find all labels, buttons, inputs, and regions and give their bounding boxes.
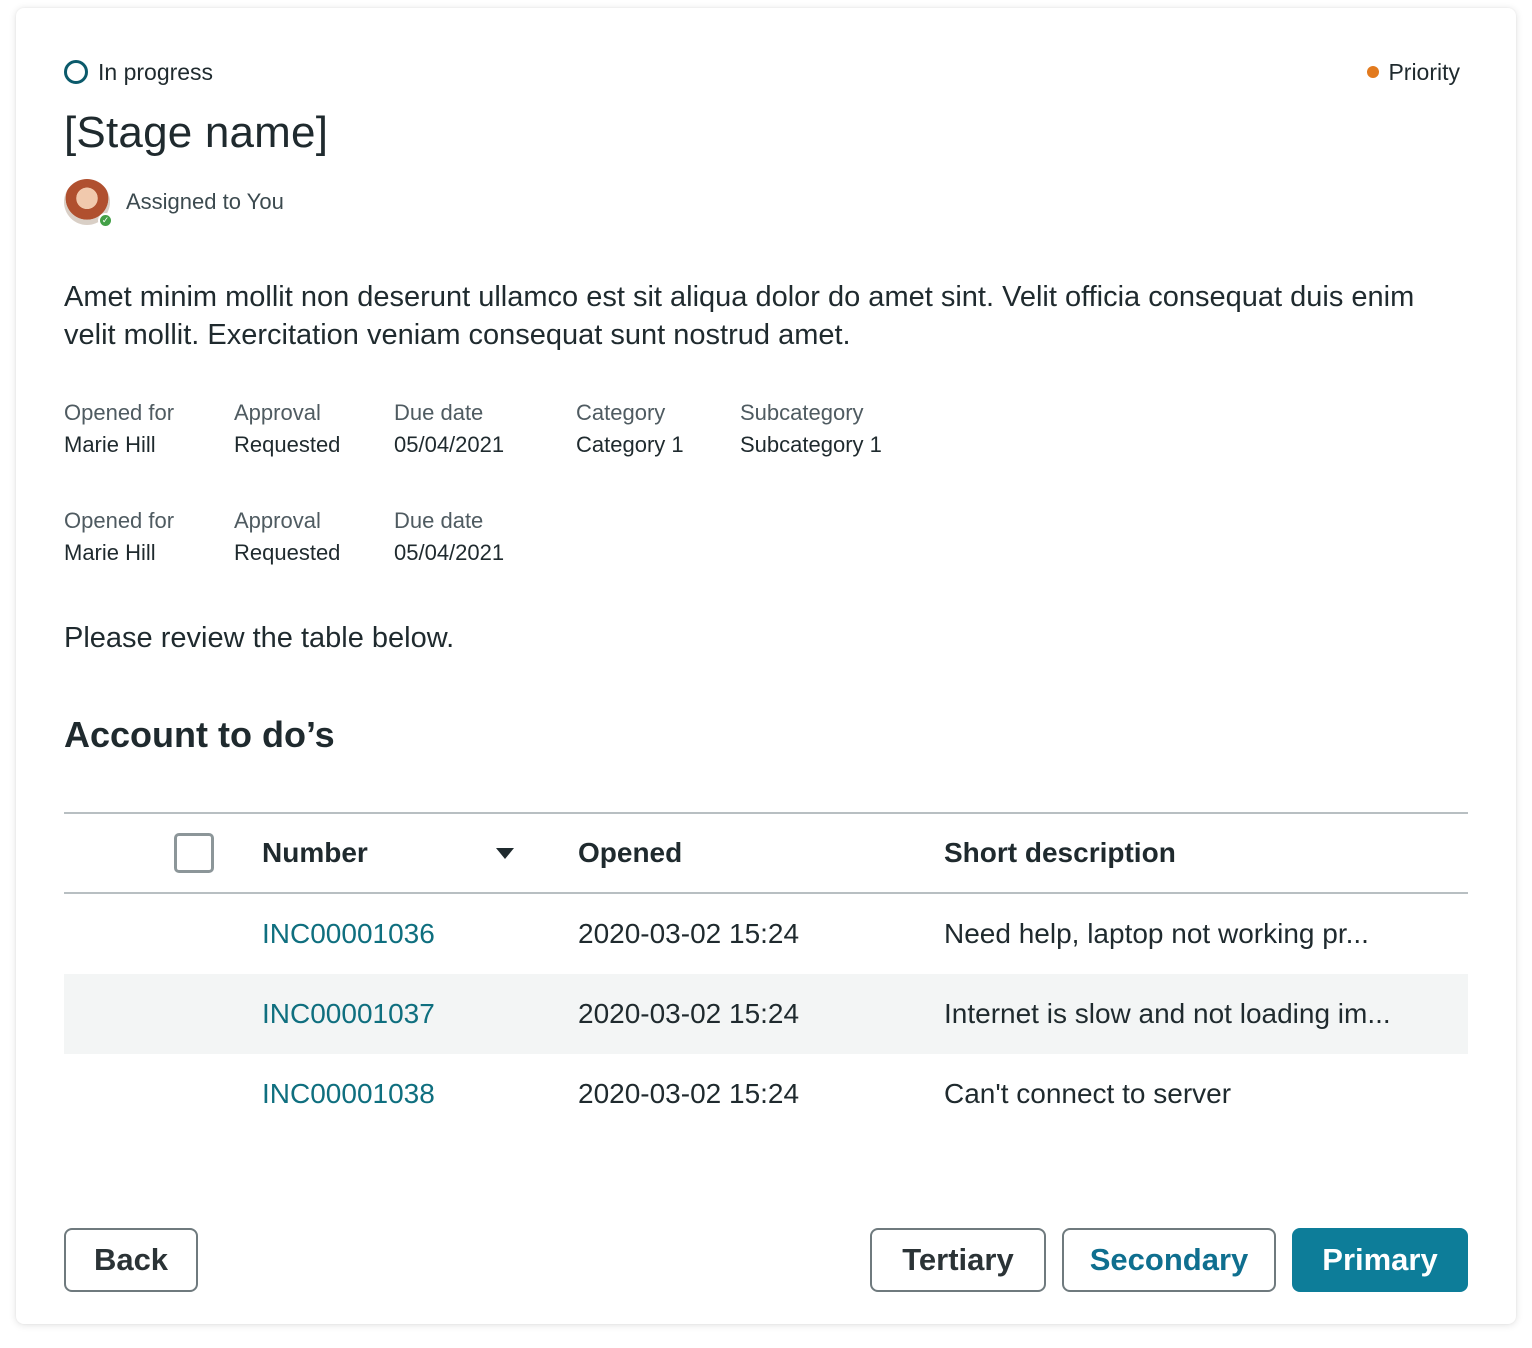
back-button[interactable]: Back: [64, 1228, 198, 1292]
field-category: Category Category 1: [576, 398, 740, 462]
field-value: Requested: [234, 432, 341, 457]
field-approval: Approval Requested: [234, 398, 394, 462]
opened-cell: 2020-03-02 15:24: [578, 918, 800, 949]
opened-cell: 2020-03-02 15:24: [578, 1078, 800, 1109]
field-opened-for: Opened for Marie Hill: [64, 398, 234, 462]
field-label: Category: [576, 400, 666, 425]
status-indicator: In progress: [64, 56, 213, 88]
opened-cell: 2020-03-02 15:24: [578, 998, 800, 1029]
details-row-2: Opened for Marie Hill Approval Requested…: [64, 506, 576, 570]
field-due-date: Due date 05/04/2021: [394, 506, 576, 570]
priority-indicator: Priority: [1367, 56, 1460, 88]
column-header-opened[interactable]: Opened: [578, 837, 682, 869]
field-label: Due date: [394, 400, 484, 425]
incident-number-link[interactable]: INC00001036: [262, 918, 435, 950]
table-row[interactable]: INC00001036 2020-03-02 15:24 Need help, …: [64, 894, 1468, 974]
tertiary-button[interactable]: Tertiary: [870, 1228, 1046, 1292]
table-row[interactable]: INC00001037 2020-03-02 15:24 Internet is…: [64, 974, 1468, 1054]
incident-number-link[interactable]: INC00001037: [262, 998, 435, 1030]
review-note: Please review the table below.: [64, 622, 455, 654]
priority-dot-icon: [1367, 66, 1380, 78]
details-row-1: Opened for Marie Hill Approval Requested…: [64, 398, 940, 462]
short-description-cell: Need help, laptop not working pr...: [944, 918, 1369, 949]
secondary-button[interactable]: Secondary: [1062, 1228, 1276, 1292]
field-label: Approval: [234, 508, 321, 533]
field-label: Due date: [394, 508, 484, 533]
avatar[interactable]: ✓: [64, 179, 113, 228]
field-approval: Approval Requested: [234, 506, 394, 570]
field-label: Subcategory: [740, 400, 864, 425]
primary-button[interactable]: Primary: [1292, 1228, 1468, 1292]
sort-desc-icon[interactable]: [496, 847, 514, 859]
field-value: Subcategory 1: [740, 432, 882, 457]
field-subcategory: Subcategory Subcategory 1: [740, 398, 940, 462]
priority-label: Priority: [1388, 58, 1460, 85]
stage-description: Amet minim mollit non deserunt ullamco e…: [64, 281, 1415, 351]
assignee-label: Assigned to You: [126, 189, 284, 214]
field-value: Category 1: [576, 432, 684, 457]
online-check-icon: ✓: [98, 213, 113, 228]
field-value: Marie Hill: [64, 432, 156, 457]
assignee: ✓ Assigned to You: [64, 178, 284, 228]
field-label: Opened for: [64, 400, 175, 425]
field-label: Opened for: [64, 508, 175, 533]
todo-table: Number Opened Short description INC00001…: [64, 812, 1468, 1134]
table-row[interactable]: INC00001038 2020-03-02 15:24 Can't conne…: [64, 1054, 1468, 1134]
field-due-date: Due date 05/04/2021: [394, 398, 576, 462]
status-label: In progress: [98, 58, 214, 85]
short-description-cell: Internet is slow and not loading im...: [944, 998, 1391, 1029]
in-progress-icon: [64, 60, 88, 84]
incident-number-link[interactable]: INC00001038: [262, 1078, 435, 1110]
stage-card: In progress Priority [Stage name] ✓ Assi…: [16, 8, 1516, 1324]
table-header: Number Opened Short description: [64, 814, 1468, 894]
column-header-short-description[interactable]: Short description: [944, 837, 1176, 869]
field-value: 05/04/2021: [394, 540, 505, 565]
section-title: Account to do’s: [64, 714, 335, 755]
field-value: 05/04/2021: [394, 432, 505, 457]
select-all-checkbox[interactable]: [174, 833, 214, 873]
field-label: Approval: [234, 400, 321, 425]
stage-title: [Stage name]: [64, 108, 329, 157]
field-value: Requested: [234, 540, 341, 565]
field-value: Marie Hill: [64, 540, 156, 565]
short-description-cell: Can't connect to server: [944, 1078, 1232, 1109]
column-header-number[interactable]: Number: [262, 837, 368, 869]
checkbox-box[interactable]: [174, 833, 214, 873]
field-opened-for: Opened for Marie Hill: [64, 506, 234, 570]
